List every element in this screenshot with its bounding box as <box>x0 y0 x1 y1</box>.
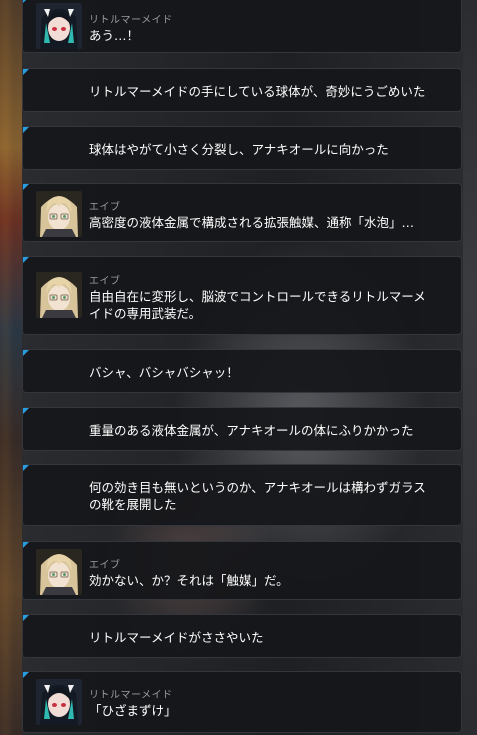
log-entry: 何の効き目も無いというのか、アナキオールは構わずガラス の靴を展開した <box>22 464 462 526</box>
avatar-little-mermaid <box>36 679 82 725</box>
narration-text: リトルマーメイドの手にしている球体が、奇妙にうごめいた <box>89 84 426 99</box>
speaker-name: エイブ <box>89 560 121 571</box>
narration-text: 何の効き目も無いというのか、アナキオールは構わずガラス の靴を展開した <box>89 480 426 512</box>
speaker-name: リトルマーメイド <box>89 15 173 26</box>
avatar-little-mermaid <box>36 3 82 49</box>
speaker-name: エイブ <box>89 276 121 287</box>
dialogue-text: 効かない、か？それは「触媒」だ。 <box>89 573 289 588</box>
speaker-name: エイブ <box>89 202 121 213</box>
log-entry: エイブ 効かない、か？それは「触媒」だ。 <box>22 541 462 600</box>
dialogue-text: 自由自在に変形し、脳波でコントロールできるリトルマーメ イドの専用武装だ。 <box>89 289 426 321</box>
speaker-name: リトルマーメイド <box>89 690 173 701</box>
narration-text: バシャ、バシャバシャッ！ <box>89 365 239 380</box>
log-entry: エイブ 高密度の液体金属で構成される拡張触媒、通称「水泡」… <box>22 183 462 242</box>
dialogue-text: 「ひざまずけ」 <box>89 703 177 718</box>
log-entry: リトルマーメイドの手にしている球体が、奇妙にうごめいた <box>22 68 462 112</box>
log-entry: リトルマーメイド 「ひざまずけ」 <box>22 671 462 733</box>
log-entry: 球体はやがて小さく分裂し、アナキオールに向かった <box>22 126 462 170</box>
dialogue-text: あう…！ <box>89 28 140 43</box>
dialogue-log[interactable]: リトルマーメイド あう…！ リトルマーメイドの手にしている球体が、奇妙にうごめい… <box>0 0 477 735</box>
narration-text: 球体はやがて小さく分裂し、アナキオールに向かった <box>89 142 389 157</box>
dialogue-text: 高密度の液体金属で構成される拡張触媒、通称「水泡」… <box>89 215 415 230</box>
log-entry: 重量のある液体金属が、アナキオールの体にふりかかった <box>22 407 462 451</box>
narration-text: 重量のある液体金属が、アナキオールの体にふりかかった <box>89 423 414 438</box>
narration-text: リトルマーメイドがささやいた <box>89 630 264 645</box>
log-entry: リトルマーメイドがささやいた <box>22 614 462 658</box>
log-entry: エイブ 自由自在に変形し、脳波でコントロールできるリトルマーメ イドの専用武装だ… <box>22 256 462 335</box>
log-entry: バシャ、バシャバシャッ！ <box>22 349 462 393</box>
avatar-abe <box>36 191 82 237</box>
avatar-abe <box>36 549 82 595</box>
log-entry: リトルマーメイド あう…！ <box>22 0 462 53</box>
avatar-abe <box>36 272 82 318</box>
